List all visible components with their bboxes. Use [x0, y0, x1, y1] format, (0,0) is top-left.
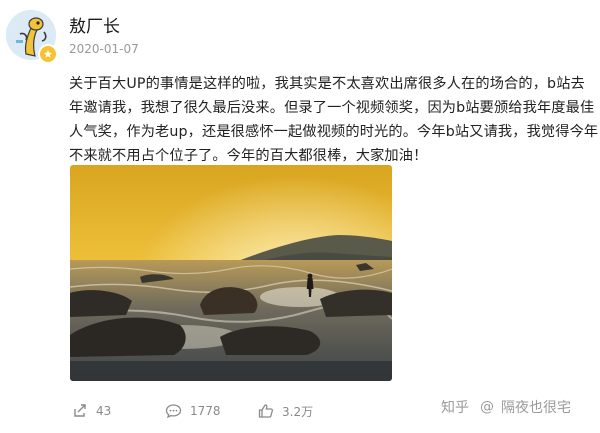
watermark-at-mark: @	[480, 399, 494, 415]
watermark-user: 隔夜也很宅	[501, 400, 571, 416]
post-image[interactable]	[70, 165, 392, 381]
sunset-sea-photo	[70, 165, 392, 381]
comment-count: 1778	[190, 404, 221, 418]
watermark-site: 知乎	[441, 400, 469, 416]
repost-button[interactable]: 43	[72, 398, 111, 424]
post-text: 关于百大UP的事情是这样的啦，我其实是不太喜欢出席很多人在的场合的，b站去年邀请…	[69, 76, 599, 164]
thumbs-up-icon	[258, 404, 274, 418]
like-count: 3.2万	[282, 404, 314, 419]
author-name[interactable]: 敖厂长	[69, 12, 120, 37]
post-date: 2020-01-07	[69, 42, 139, 56]
watermark: 知乎 @ 隔夜也很宅	[441, 397, 571, 417]
comment-icon	[165, 404, 182, 419]
comment-button[interactable]: 1778	[165, 398, 221, 424]
repost-count: 43	[96, 404, 112, 418]
like-button[interactable]: 3.2万	[258, 398, 313, 424]
repost-icon	[74, 404, 86, 417]
verified-badge-icon	[38, 44, 58, 64]
